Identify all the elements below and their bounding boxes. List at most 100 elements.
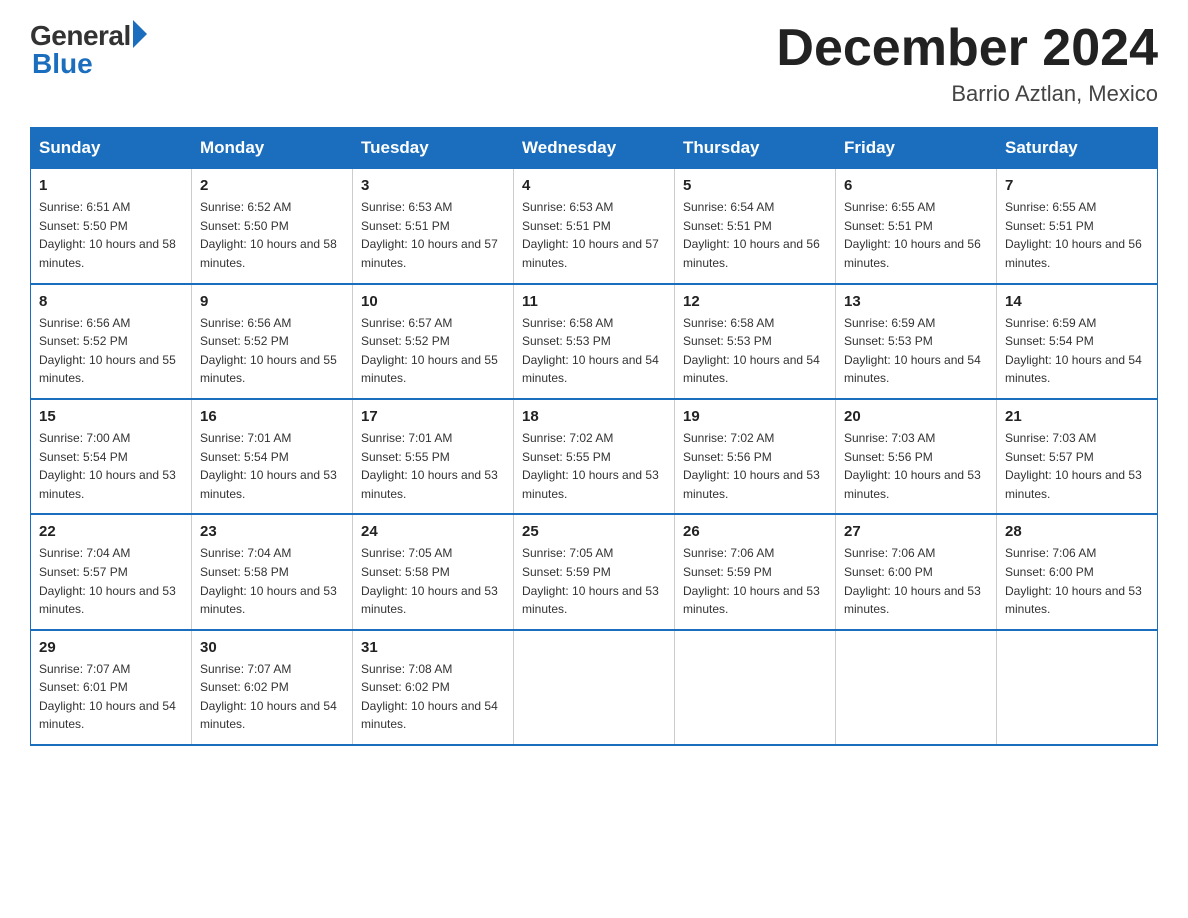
calendar-cell: 10 Sunrise: 6:57 AMSunset: 5:52 PMDaylig… xyxy=(353,284,514,399)
calendar-cell xyxy=(997,630,1158,745)
calendar-cell xyxy=(514,630,675,745)
calendar-cell: 14 Sunrise: 6:59 AMSunset: 5:54 PMDaylig… xyxy=(997,284,1158,399)
day-info: Sunrise: 7:08 AMSunset: 6:02 PMDaylight:… xyxy=(361,662,498,732)
calendar-cell: 29 Sunrise: 7:07 AMSunset: 6:01 PMDaylig… xyxy=(31,630,192,745)
day-info: Sunrise: 7:04 AMSunset: 5:58 PMDaylight:… xyxy=(200,546,337,616)
calendar-cell: 11 Sunrise: 6:58 AMSunset: 5:53 PMDaylig… xyxy=(514,284,675,399)
day-info: Sunrise: 6:52 AMSunset: 5:50 PMDaylight:… xyxy=(200,200,337,270)
calendar-table: SundayMondayTuesdayWednesdayThursdayFrid… xyxy=(30,127,1158,746)
calendar-cell xyxy=(836,630,997,745)
location-subtitle: Barrio Aztlan, Mexico xyxy=(776,81,1158,107)
day-info: Sunrise: 6:56 AMSunset: 5:52 PMDaylight:… xyxy=(200,316,337,386)
day-info: Sunrise: 7:00 AMSunset: 5:54 PMDaylight:… xyxy=(39,431,176,501)
day-number: 17 xyxy=(361,408,505,425)
day-number: 28 xyxy=(1005,523,1149,540)
calendar-cell: 20 Sunrise: 7:03 AMSunset: 5:56 PMDaylig… xyxy=(836,399,997,514)
logo: General Blue xyxy=(30,20,147,80)
day-number: 11 xyxy=(522,293,666,310)
weekday-header: Saturday xyxy=(997,128,1158,169)
day-info: Sunrise: 7:03 AMSunset: 5:57 PMDaylight:… xyxy=(1005,431,1142,501)
logo-arrow-icon xyxy=(133,20,147,48)
day-number: 30 xyxy=(200,639,344,656)
calendar-cell: 6 Sunrise: 6:55 AMSunset: 5:51 PMDayligh… xyxy=(836,169,997,284)
calendar-cell: 16 Sunrise: 7:01 AMSunset: 5:54 PMDaylig… xyxy=(192,399,353,514)
calendar-week-row: 22 Sunrise: 7:04 AMSunset: 5:57 PMDaylig… xyxy=(31,514,1158,629)
day-number: 24 xyxy=(361,523,505,540)
day-info: Sunrise: 6:58 AMSunset: 5:53 PMDaylight:… xyxy=(683,316,820,386)
calendar-cell: 21 Sunrise: 7:03 AMSunset: 5:57 PMDaylig… xyxy=(997,399,1158,514)
day-info: Sunrise: 6:55 AMSunset: 5:51 PMDaylight:… xyxy=(1005,200,1142,270)
calendar-cell: 19 Sunrise: 7:02 AMSunset: 5:56 PMDaylig… xyxy=(675,399,836,514)
title-block: December 2024 Barrio Aztlan, Mexico xyxy=(776,20,1158,107)
day-number: 26 xyxy=(683,523,827,540)
day-number: 13 xyxy=(844,293,988,310)
month-title: December 2024 xyxy=(776,20,1158,77)
day-number: 25 xyxy=(522,523,666,540)
day-info: Sunrise: 6:58 AMSunset: 5:53 PMDaylight:… xyxy=(522,316,659,386)
day-info: Sunrise: 6:56 AMSunset: 5:52 PMDaylight:… xyxy=(39,316,176,386)
day-number: 19 xyxy=(683,408,827,425)
weekday-header: Sunday xyxy=(31,128,192,169)
calendar-cell: 22 Sunrise: 7:04 AMSunset: 5:57 PMDaylig… xyxy=(31,514,192,629)
day-info: Sunrise: 7:07 AMSunset: 6:01 PMDaylight:… xyxy=(39,662,176,732)
calendar-cell: 3 Sunrise: 6:53 AMSunset: 5:51 PMDayligh… xyxy=(353,169,514,284)
weekday-header: Tuesday xyxy=(353,128,514,169)
day-info: Sunrise: 6:59 AMSunset: 5:54 PMDaylight:… xyxy=(1005,316,1142,386)
calendar-cell: 26 Sunrise: 7:06 AMSunset: 5:59 PMDaylig… xyxy=(675,514,836,629)
weekday-header: Wednesday xyxy=(514,128,675,169)
day-number: 8 xyxy=(39,293,183,310)
calendar-cell: 8 Sunrise: 6:56 AMSunset: 5:52 PMDayligh… xyxy=(31,284,192,399)
day-number: 20 xyxy=(844,408,988,425)
day-number: 12 xyxy=(683,293,827,310)
day-number: 10 xyxy=(361,293,505,310)
day-number: 3 xyxy=(361,177,505,194)
day-info: Sunrise: 7:06 AMSunset: 5:59 PMDaylight:… xyxy=(683,546,820,616)
day-info: Sunrise: 6:57 AMSunset: 5:52 PMDaylight:… xyxy=(361,316,498,386)
day-number: 7 xyxy=(1005,177,1149,194)
calendar-week-row: 1 Sunrise: 6:51 AMSunset: 5:50 PMDayligh… xyxy=(31,169,1158,284)
day-number: 16 xyxy=(200,408,344,425)
day-info: Sunrise: 7:05 AMSunset: 5:58 PMDaylight:… xyxy=(361,546,498,616)
calendar-cell: 31 Sunrise: 7:08 AMSunset: 6:02 PMDaylig… xyxy=(353,630,514,745)
day-number: 9 xyxy=(200,293,344,310)
day-number: 29 xyxy=(39,639,183,656)
day-info: Sunrise: 7:02 AMSunset: 5:55 PMDaylight:… xyxy=(522,431,659,501)
calendar-cell xyxy=(675,630,836,745)
calendar-cell: 5 Sunrise: 6:54 AMSunset: 5:51 PMDayligh… xyxy=(675,169,836,284)
calendar-cell: 18 Sunrise: 7:02 AMSunset: 5:55 PMDaylig… xyxy=(514,399,675,514)
weekday-header: Thursday xyxy=(675,128,836,169)
calendar-week-row: 29 Sunrise: 7:07 AMSunset: 6:01 PMDaylig… xyxy=(31,630,1158,745)
calendar-cell: 15 Sunrise: 7:00 AMSunset: 5:54 PMDaylig… xyxy=(31,399,192,514)
weekday-header: Friday xyxy=(836,128,997,169)
day-info: Sunrise: 6:59 AMSunset: 5:53 PMDaylight:… xyxy=(844,316,981,386)
calendar-cell: 23 Sunrise: 7:04 AMSunset: 5:58 PMDaylig… xyxy=(192,514,353,629)
day-info: Sunrise: 7:02 AMSunset: 5:56 PMDaylight:… xyxy=(683,431,820,501)
logo-blue-text: Blue xyxy=(32,48,93,80)
day-number: 1 xyxy=(39,177,183,194)
calendar-cell: 1 Sunrise: 6:51 AMSunset: 5:50 PMDayligh… xyxy=(31,169,192,284)
day-number: 23 xyxy=(200,523,344,540)
calendar-cell: 4 Sunrise: 6:53 AMSunset: 5:51 PMDayligh… xyxy=(514,169,675,284)
calendar-cell: 30 Sunrise: 7:07 AMSunset: 6:02 PMDaylig… xyxy=(192,630,353,745)
day-info: Sunrise: 7:01 AMSunset: 5:54 PMDaylight:… xyxy=(200,431,337,501)
calendar-cell: 17 Sunrise: 7:01 AMSunset: 5:55 PMDaylig… xyxy=(353,399,514,514)
page-header: General Blue December 2024 Barrio Aztlan… xyxy=(30,20,1158,107)
day-info: Sunrise: 7:05 AMSunset: 5:59 PMDaylight:… xyxy=(522,546,659,616)
calendar-cell: 28 Sunrise: 7:06 AMSunset: 6:00 PMDaylig… xyxy=(997,514,1158,629)
day-number: 15 xyxy=(39,408,183,425)
day-info: Sunrise: 6:55 AMSunset: 5:51 PMDaylight:… xyxy=(844,200,981,270)
day-number: 6 xyxy=(844,177,988,194)
day-info: Sunrise: 7:01 AMSunset: 5:55 PMDaylight:… xyxy=(361,431,498,501)
day-info: Sunrise: 7:07 AMSunset: 6:02 PMDaylight:… xyxy=(200,662,337,732)
day-number: 5 xyxy=(683,177,827,194)
day-info: Sunrise: 7:03 AMSunset: 5:56 PMDaylight:… xyxy=(844,431,981,501)
calendar-week-row: 15 Sunrise: 7:00 AMSunset: 5:54 PMDaylig… xyxy=(31,399,1158,514)
day-info: Sunrise: 7:06 AMSunset: 6:00 PMDaylight:… xyxy=(1005,546,1142,616)
calendar-cell: 24 Sunrise: 7:05 AMSunset: 5:58 PMDaylig… xyxy=(353,514,514,629)
day-number: 27 xyxy=(844,523,988,540)
day-number: 4 xyxy=(522,177,666,194)
calendar-cell: 12 Sunrise: 6:58 AMSunset: 5:53 PMDaylig… xyxy=(675,284,836,399)
weekday-header-row: SundayMondayTuesdayWednesdayThursdayFrid… xyxy=(31,128,1158,169)
day-info: Sunrise: 6:51 AMSunset: 5:50 PMDaylight:… xyxy=(39,200,176,270)
day-info: Sunrise: 7:04 AMSunset: 5:57 PMDaylight:… xyxy=(39,546,176,616)
